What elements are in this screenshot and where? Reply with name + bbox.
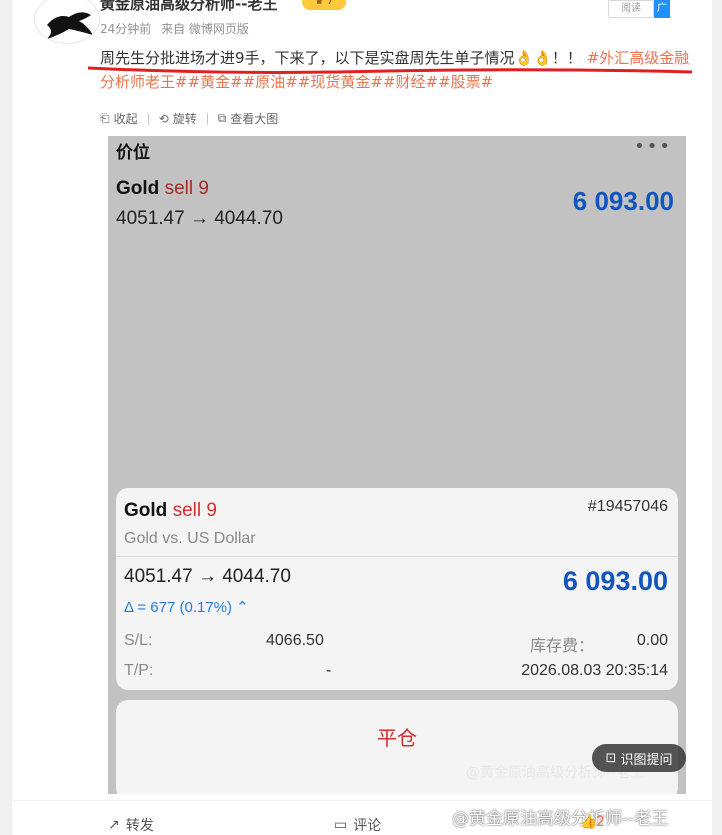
image-header <box>108 136 686 164</box>
avatar[interactable] <box>34 0 100 44</box>
more-menu-icon: ••• <box>634 136 672 157</box>
tp-value: - <box>326 662 332 679</box>
repost-label: 转发 <box>125 818 154 834</box>
profit-value: 6 093.00 <box>572 186 674 216</box>
repost-button[interactable]: ↗ 转发 <box>108 815 154 835</box>
ok-hand-icon: 👌👌 <box>514 49 552 67</box>
post-text: 周先生分批进场才进9手，下来了，以下是实盘周先生单子情况👌👌！！ #外汇高级金融… <box>100 46 700 94</box>
rotate-label: 旋转 <box>172 112 197 126</box>
order-id: #19457046 <box>587 498 668 515</box>
close-position-label: 平仓 <box>377 726 417 750</box>
swap-value: 0.00 <box>636 632 668 649</box>
repost-icon: ↗ <box>108 817 120 833</box>
sl-label: S/L: <box>124 632 153 649</box>
divider <box>116 556 678 557</box>
detail-price-change: 4051.47 → 4044.70 <box>124 566 291 587</box>
post-source: 来自 微博网页版 <box>161 22 249 36</box>
like-icon[interactable]: 👍 <box>580 814 597 830</box>
collapse-label: 收起 <box>113 112 138 126</box>
rotate-button[interactable]: ⟲ 旋转 <box>149 110 207 127</box>
comment-icon: ▭ <box>334 817 348 833</box>
footer-watermark: @黄金原油高级分析师--老王 <box>452 809 669 829</box>
trade-detail-card: Gold sell 9 #19457046 Gold vs. US Dollar… <box>116 488 678 690</box>
sl-value: 4066.50 <box>266 632 324 649</box>
read-count-button[interactable]: 阅读 <box>608 0 654 18</box>
detail-symbol: Gold sell 9 <box>124 500 217 522</box>
view-large-icon: ⧉ <box>217 111 227 125</box>
symbol-name: Gold <box>116 178 160 199</box>
swap-label: 库存费： <box>529 636 594 655</box>
vip-badge-icon[interactable]: ♛ 7 <box>302 0 346 10</box>
section-title: 价位 <box>116 143 150 163</box>
view-large-label: 查看大图 <box>230 112 279 126</box>
delta-value: Δ = 677 (0.17%) ⌃ <box>124 599 249 616</box>
detail-profit: 6 093.00 <box>562 566 668 596</box>
trade-symbol: Gold sell 9 <box>116 178 209 200</box>
ad-tag: 广 <box>654 0 670 18</box>
tp-label: T/P: <box>124 662 154 679</box>
symbol-description: Gold vs. US Dollar <box>124 530 256 547</box>
weibo-post-card: 黄金原油高级分析师--老王 ♛ 7 24分钟前 来自 微博网页版 阅读 广 周先… <box>12 0 712 835</box>
like-count[interactable]: 2 <box>596 814 605 830</box>
rotate-icon: ⟲ <box>158 111 169 126</box>
post-meta: 24分钟前 来自 微博网页版 <box>100 20 255 37</box>
comment-label: 评论 <box>353 818 382 834</box>
trade-timestamp: 2026.08.03 20:35:14 <box>521 662 668 679</box>
image-ask-button[interactable]: ⊡ 识图提问 <box>592 744 686 772</box>
price-change: 4051.47 → 4044.70 <box>116 208 283 229</box>
collapse-icon: ⎗ <box>100 111 110 125</box>
view-large-button[interactable]: ⧉ 查看大图 <box>208 110 289 127</box>
author-name[interactable]: 黄金原油高级分析师--老王 <box>100 0 277 14</box>
image-toolbar: ⎗ 收起 ⟲ 旋转 ⧉ 查看大图 <box>100 110 288 127</box>
image-search-icon: ⊡ <box>605 750 617 766</box>
ask-label: 识图提问 <box>620 752 673 768</box>
detail-side: sell 9 <box>172 500 217 521</box>
post-image[interactable]: 价位 ••• Gold sell 9 4051.47 → 4044.70 6 0… <box>108 136 686 794</box>
detail-symbol-name: Gold <box>124 500 168 521</box>
post-body: 周先生分批进场才进9手，下来了，以下是实盘周先生单子情况 <box>100 49 515 67</box>
comment-button[interactable]: ▭ 评论 <box>334 815 381 835</box>
trade-side: sell 9 <box>164 178 209 199</box>
collapse-button[interactable]: ⎗ 收起 <box>100 110 148 127</box>
post-exclaim: ！！ <box>551 49 582 67</box>
post-time[interactable]: 24分钟前 <box>100 22 151 36</box>
